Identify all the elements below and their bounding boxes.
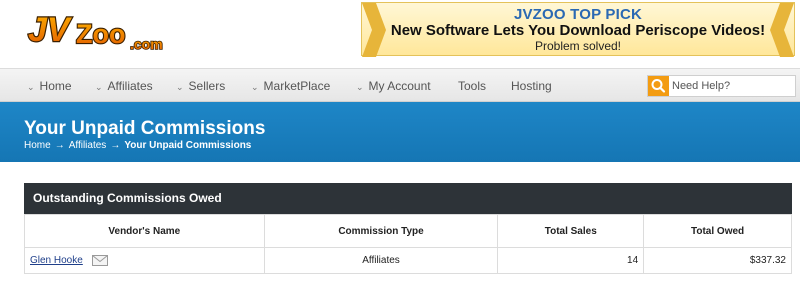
nav-item-marketplace[interactable]: ⌄ MarketPlace: [251, 69, 330, 103]
chevron-down-icon: ⌄: [251, 82, 259, 92]
search-icon: [651, 79, 666, 93]
nav-item-label: My Account: [368, 79, 431, 93]
nav-item-label: Hosting: [511, 79, 552, 93]
nav-item-label: MarketPlace: [263, 79, 331, 93]
nav-item-label: Sellers: [188, 79, 226, 93]
promo-title: JVZOO TOP PICK: [513, 6, 643, 23]
nav-item-my-account[interactable]: ⌄ My Account: [356, 69, 431, 103]
svg-text:Zoo: Zoo: [76, 19, 125, 49]
nav-item-hosting[interactable]: Hosting: [511, 69, 552, 103]
commission-type-cell: Affiliates: [263, 247, 499, 274]
help-search: [647, 75, 796, 97]
column-header-commission-type: Commission Type: [263, 214, 499, 248]
vendor-cell: Glen Hooke: [24, 247, 265, 274]
vendor-link[interactable]: Glen Hooke: [30, 255, 83, 266]
chevron-down-icon: ⌄: [27, 82, 35, 92]
svg-text:JV: JV: [28, 11, 73, 49]
nav-item-label: Affiliates: [107, 79, 153, 93]
page-title: Your Unpaid Commissions: [24, 118, 266, 139]
page-banner: Your Unpaid Commissions: [0, 102, 800, 162]
breadcrumb-current: Your Unpaid Commissions: [124, 140, 252, 151]
total-sales-cell: 14: [497, 247, 645, 274]
breadcrumb-separator: →: [110, 140, 121, 151]
envelope-icon[interactable]: [91, 254, 108, 266]
main-nav: ⌄ Home ⌄ Affiliates ⌄ Sellers ⌄ MarketPlace …: [0, 68, 800, 102]
breadcrumb-home[interactable]: Home: [24, 140, 51, 151]
chevron-down-icon: ⌄: [95, 82, 103, 92]
promo-subtext: Problem solved!: [534, 39, 622, 53]
nav-item-tools[interactable]: Tools: [458, 69, 486, 103]
column-header-total-owed: Total Owed: [643, 214, 792, 248]
nav-item-label: Tools: [458, 79, 487, 93]
total-owed-cell: $337.32: [643, 247, 792, 274]
nav-item-home[interactable]: ⌄ Home: [27, 69, 72, 103]
search-button[interactable]: [648, 76, 669, 96]
breadcrumb-affiliates[interactable]: Affiliates: [69, 140, 107, 151]
table-row: Glen Hooke Affiliates 14 $337.32: [24, 247, 792, 274]
svg-text:.com: .com: [130, 36, 163, 52]
breadcrumb: Home → Affiliates → Your Unpaid Commissions: [24, 140, 251, 151]
nav-item-affiliates[interactable]: ⌄ Affiliates: [95, 69, 153, 103]
jvzoo-logo[interactable]: JV Zoo .com: [26, 5, 176, 57]
column-header-vendor: Vendor's Name: [24, 214, 265, 248]
promo-headline: New Software Lets You Download Periscope…: [390, 22, 766, 39]
table-header-row: Vendor's Name Commission Type Total Sale…: [24, 214, 792, 248]
nav-item-sellers[interactable]: ⌄ Sellers: [176, 69, 225, 103]
commissions-panel: Outstanding Commissions Owed Vendor's Na…: [24, 183, 792, 274]
promo-banner[interactable]: JVZOO TOP PICK New Software Lets You Dow…: [361, 2, 795, 57]
column-header-total-sales: Total Sales: [497, 214, 645, 248]
chevron-down-icon: ⌄: [356, 82, 364, 92]
chevron-down-icon: ⌄: [176, 82, 184, 92]
nav-item-label: Home: [39, 79, 72, 93]
panel-heading: Outstanding Commissions Owed: [24, 183, 792, 214]
site-header: JV Zoo .com JVZOO TOP PICK New Software …: [0, 0, 800, 68]
commissions-table: Vendor's Name Commission Type Total Sale…: [24, 214, 792, 274]
search-input[interactable]: [672, 77, 792, 95]
breadcrumb-separator: →: [54, 140, 65, 151]
